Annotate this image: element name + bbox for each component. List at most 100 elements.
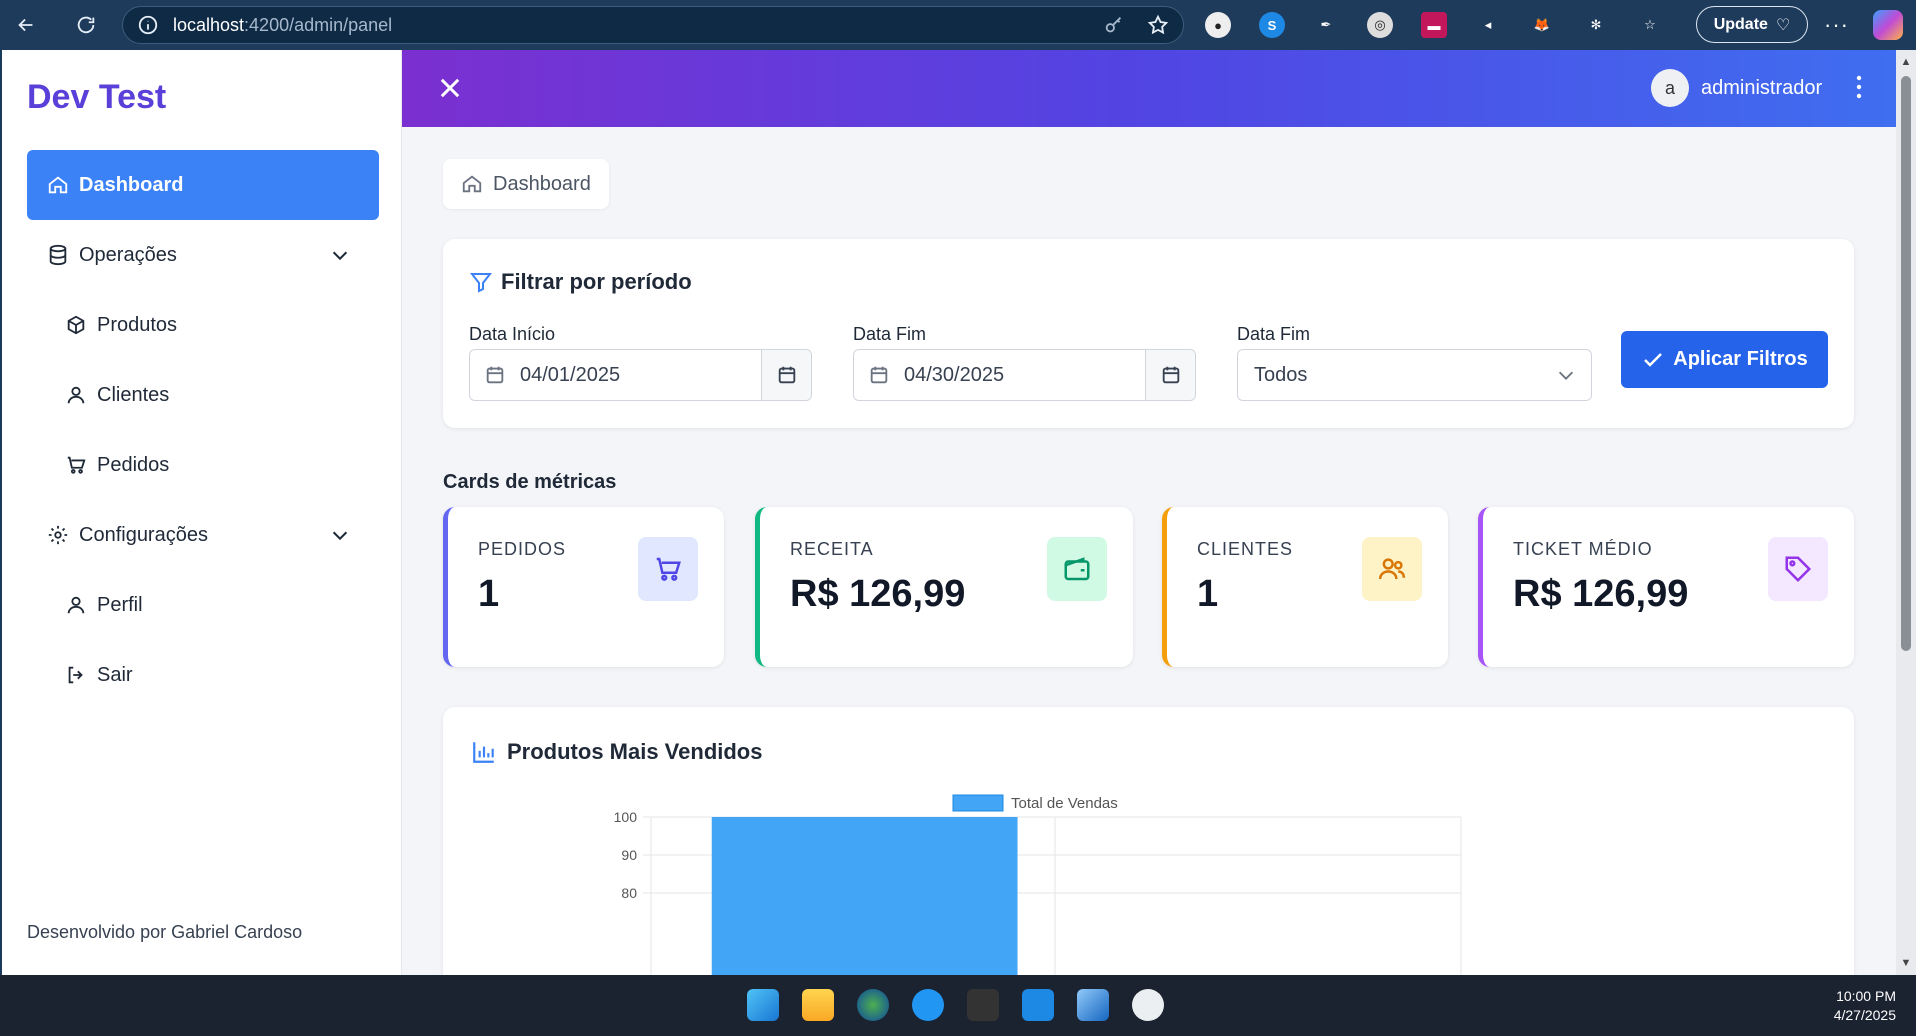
more-icon[interactable]: ··· bbox=[1824, 12, 1849, 38]
chevron-down-icon[interactable] bbox=[329, 524, 351, 546]
metric-label: CLIENTES bbox=[1197, 539, 1294, 559]
close-icon[interactable] bbox=[436, 74, 464, 102]
user-icon bbox=[67, 596, 85, 614]
bar-chart: Total de Vendas 100 90 80 bbox=[614, 794, 1462, 975]
end-date-field[interactable]: 04/30/2025 bbox=[853, 349, 1196, 401]
main-content: Dashboard Filtrar por período Data Iníci… bbox=[402, 127, 1896, 975]
start-date-label: Data Início bbox=[469, 324, 556, 344]
filter-card: Filtrar por período Data Início 04/01/20… bbox=[443, 239, 1854, 428]
taskbar: 10:00 PM 4/27/2025 bbox=[0, 975, 1916, 1036]
file-explorer-icon[interactable] bbox=[802, 989, 834, 1021]
sidebar-item-configuracoes[interactable]: Configurações bbox=[27, 500, 379, 570]
end-date-value: 04/30/2025 bbox=[904, 363, 1005, 386]
extension-icon[interactable]: ◂ bbox=[1475, 12, 1501, 38]
filter-icon bbox=[469, 273, 493, 293]
home-icon bbox=[462, 175, 482, 193]
metric-card-ticket-medio: TICKET MÉDIO R$ 126,99 bbox=[1478, 507, 1854, 667]
sidebar-item-label: Clientes bbox=[97, 383, 170, 406]
heart-icon: ♡ bbox=[1775, 16, 1791, 34]
metric-value: 1 bbox=[1197, 573, 1219, 615]
check-icon bbox=[1644, 352, 1663, 367]
sidebar-item-dashboard[interactable]: Dashboard bbox=[27, 150, 379, 220]
app-icon[interactable] bbox=[1132, 989, 1164, 1021]
sidebar-item-pedidos[interactable]: Pedidos bbox=[27, 430, 379, 500]
status-select[interactable]: Todos bbox=[1237, 349, 1592, 401]
favorites-icon[interactable]: ☆ bbox=[1637, 12, 1663, 38]
end-date-label: Data Fim bbox=[853, 324, 927, 344]
avatar[interactable]: a bbox=[1651, 69, 1689, 107]
metric-card-clientes: CLIENTES 1 bbox=[1162, 507, 1448, 667]
start-date-field[interactable]: 04/01/2025 bbox=[469, 349, 812, 401]
page-scrollbar[interactable]: ▲ ▼ bbox=[1896, 50, 1916, 975]
scroll-down-icon[interactable]: ▼ bbox=[1900, 957, 1912, 969]
sidebar-item-operacoes[interactable]: Operações bbox=[27, 220, 379, 290]
sidebar-item-produtos[interactable]: Produtos bbox=[27, 290, 379, 360]
browser-toolbar: localhost:4200/admin/panel ● S ✒ ◎ ▬ ◂ 🦊… bbox=[0, 0, 1916, 50]
breadcrumb-label: Dashboard bbox=[493, 172, 591, 195]
filter-title: Filtrar por período bbox=[469, 269, 692, 295]
metric-label: PEDIDOS bbox=[478, 539, 567, 559]
photos-icon[interactable] bbox=[1077, 989, 1109, 1021]
kebab-menu-icon[interactable] bbox=[1854, 72, 1864, 102]
extension-icon[interactable]: 🦊 bbox=[1529, 12, 1555, 38]
address-bar[interactable]: localhost:4200/admin/panel bbox=[122, 6, 1184, 44]
sidebar-item-label: Dashboard bbox=[79, 173, 184, 196]
extension-icon[interactable]: S bbox=[1259, 12, 1285, 38]
brand-logo[interactable]: Dev Test bbox=[27, 78, 166, 117]
docker-icon[interactable] bbox=[912, 989, 944, 1021]
refresh-button[interactable] bbox=[70, 9, 102, 41]
apply-filters-label: Aplicar Filtros bbox=[1673, 348, 1808, 370]
info-icon[interactable] bbox=[137, 14, 159, 36]
breadcrumb[interactable]: Dashboard bbox=[443, 159, 609, 209]
metric-icon-box bbox=[1047, 537, 1107, 601]
calendar-icon bbox=[1162, 366, 1179, 384]
sidebar: Dev Test Dashboard Operações Produtos Cl… bbox=[2, 50, 402, 975]
star-icon[interactable] bbox=[1147, 14, 1169, 36]
edge-browser-icon[interactable] bbox=[857, 989, 889, 1021]
y-tick-label: 80 bbox=[621, 885, 637, 901]
terminal-icon[interactable] bbox=[967, 989, 999, 1021]
sidebar-item-label: Perfil bbox=[97, 593, 143, 616]
metric-label: RECEITA bbox=[790, 539, 874, 559]
sidebar-item-label: Configurações bbox=[79, 523, 208, 546]
vscode-icon[interactable] bbox=[1022, 989, 1054, 1021]
logout-icon bbox=[68, 666, 83, 684]
sidebar-item-clientes[interactable]: Clientes bbox=[27, 360, 379, 430]
metric-value: 1 bbox=[478, 573, 500, 615]
windows-start-icon[interactable] bbox=[747, 989, 779, 1021]
gear-icon bbox=[48, 525, 68, 545]
y-tick-label: 90 bbox=[621, 847, 637, 863]
sidebar-item-sair[interactable]: Sair bbox=[27, 640, 379, 710]
extension-icon[interactable]: ● bbox=[1205, 12, 1231, 38]
taskbar-apps bbox=[747, 989, 1164, 1021]
apply-filters-button[interactable]: Aplicar Filtros bbox=[1621, 331, 1828, 388]
copilot-icon[interactable] bbox=[1873, 10, 1903, 40]
metric-value: R$ 126,99 bbox=[1513, 573, 1689, 615]
metric-icon-box bbox=[1362, 537, 1422, 601]
system-clock[interactable]: 10:00 PM 4/27/2025 bbox=[1834, 987, 1896, 1025]
puzzle-icon[interactable]: ✻ bbox=[1583, 12, 1609, 38]
arrow-left-icon bbox=[18, 18, 33, 32]
clock-date: 4/27/2025 bbox=[1833, 1007, 1896, 1023]
sidebar-item-perfil[interactable]: Perfil bbox=[27, 570, 379, 640]
chevron-down-icon[interactable] bbox=[329, 244, 351, 266]
legend-swatch bbox=[952, 794, 1004, 812]
scroll-thumb[interactable] bbox=[1901, 76, 1911, 651]
start-date-picker-button[interactable] bbox=[761, 350, 811, 400]
user-icon bbox=[67, 386, 85, 404]
scroll-up-icon[interactable]: ▲ bbox=[1900, 56, 1912, 68]
extension-icon[interactable]: ✒ bbox=[1313, 12, 1339, 38]
y-tick-label: 100 bbox=[614, 809, 638, 825]
extension-icon[interactable]: ▬ bbox=[1421, 12, 1447, 38]
update-button[interactable]: Update ♡ bbox=[1696, 6, 1808, 43]
home-icon bbox=[48, 176, 68, 194]
chart-bar bbox=[711, 817, 1018, 975]
cart-icon bbox=[67, 456, 86, 474]
start-date-value: 04/01/2025 bbox=[520, 363, 621, 386]
username[interactable]: administrador bbox=[1701, 77, 1822, 100]
metric-card-receita: RECEITA R$ 126,99 bbox=[755, 507, 1133, 667]
end-date-picker-button[interactable] bbox=[1145, 350, 1195, 400]
back-button[interactable] bbox=[10, 9, 42, 41]
key-icon[interactable] bbox=[1103, 14, 1125, 36]
extension-icon[interactable]: ◎ bbox=[1367, 12, 1393, 38]
